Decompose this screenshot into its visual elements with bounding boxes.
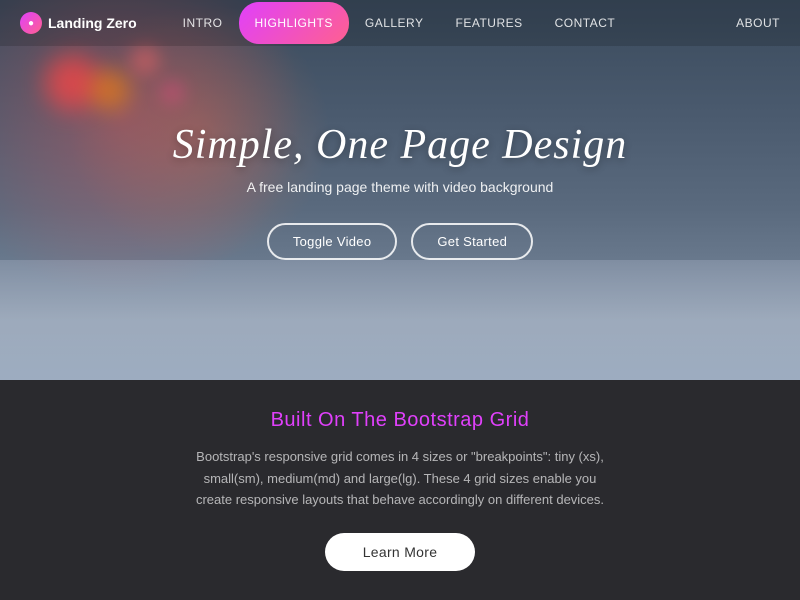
brand-icon: ●	[20, 12, 42, 34]
brand-label: Landing Zero	[48, 15, 137, 31]
learn-more-button[interactable]: Learn More	[325, 533, 476, 571]
toggle-video-button[interactable]: Toggle Video	[267, 223, 398, 260]
content-title: Built On The Bootstrap Grid	[271, 409, 530, 432]
nav-link-contact[interactable]: CONTACT	[539, 2, 632, 44]
content-body: Bootstrap's responsive grid comes in 4 s…	[190, 446, 610, 510]
navbar: ● Landing Zero INTRO HIGHLIGHTS GALLERY …	[0, 0, 800, 46]
bokeh-4	[160, 80, 185, 105]
nav-about-link[interactable]: ABOUT	[736, 16, 780, 30]
nav-item-highlights[interactable]: HIGHLIGHTS	[239, 2, 349, 44]
content-section: Built On The Bootstrap Grid Bootstrap's …	[0, 380, 800, 600]
nav-link-features[interactable]: FEATURES	[440, 2, 539, 44]
nav-item-gallery[interactable]: GALLERY	[349, 2, 440, 44]
nav-link-highlights[interactable]: HIGHLIGHTS	[239, 2, 349, 44]
nav-link-intro[interactable]: INTRO	[167, 2, 239, 44]
nav-item-contact[interactable]: CONTACT	[539, 2, 632, 44]
bokeh-3	[130, 45, 160, 75]
nav-link-gallery[interactable]: GALLERY	[349, 2, 440, 44]
hero-ground	[0, 260, 800, 380]
get-started-button[interactable]: Get Started	[411, 223, 533, 260]
nav-item-features[interactable]: FEATURES	[440, 2, 539, 44]
hero-title: Simple, One Page Design	[173, 121, 628, 169]
hero-content: Simple, One Page Design A free landing p…	[133, 121, 668, 260]
bokeh-2	[90, 70, 130, 110]
nav-links: INTRO HIGHLIGHTS GALLERY FEATURES CONTAC…	[167, 2, 736, 44]
hero-buttons: Toggle Video Get Started	[173, 223, 628, 260]
hero-subtitle: A free landing page theme with video bac…	[173, 179, 628, 195]
nav-brand[interactable]: ● Landing Zero	[20, 12, 137, 34]
hero-section: Simple, One Page Design A free landing p…	[0, 0, 800, 380]
nav-item-intro[interactable]: INTRO	[167, 2, 239, 44]
